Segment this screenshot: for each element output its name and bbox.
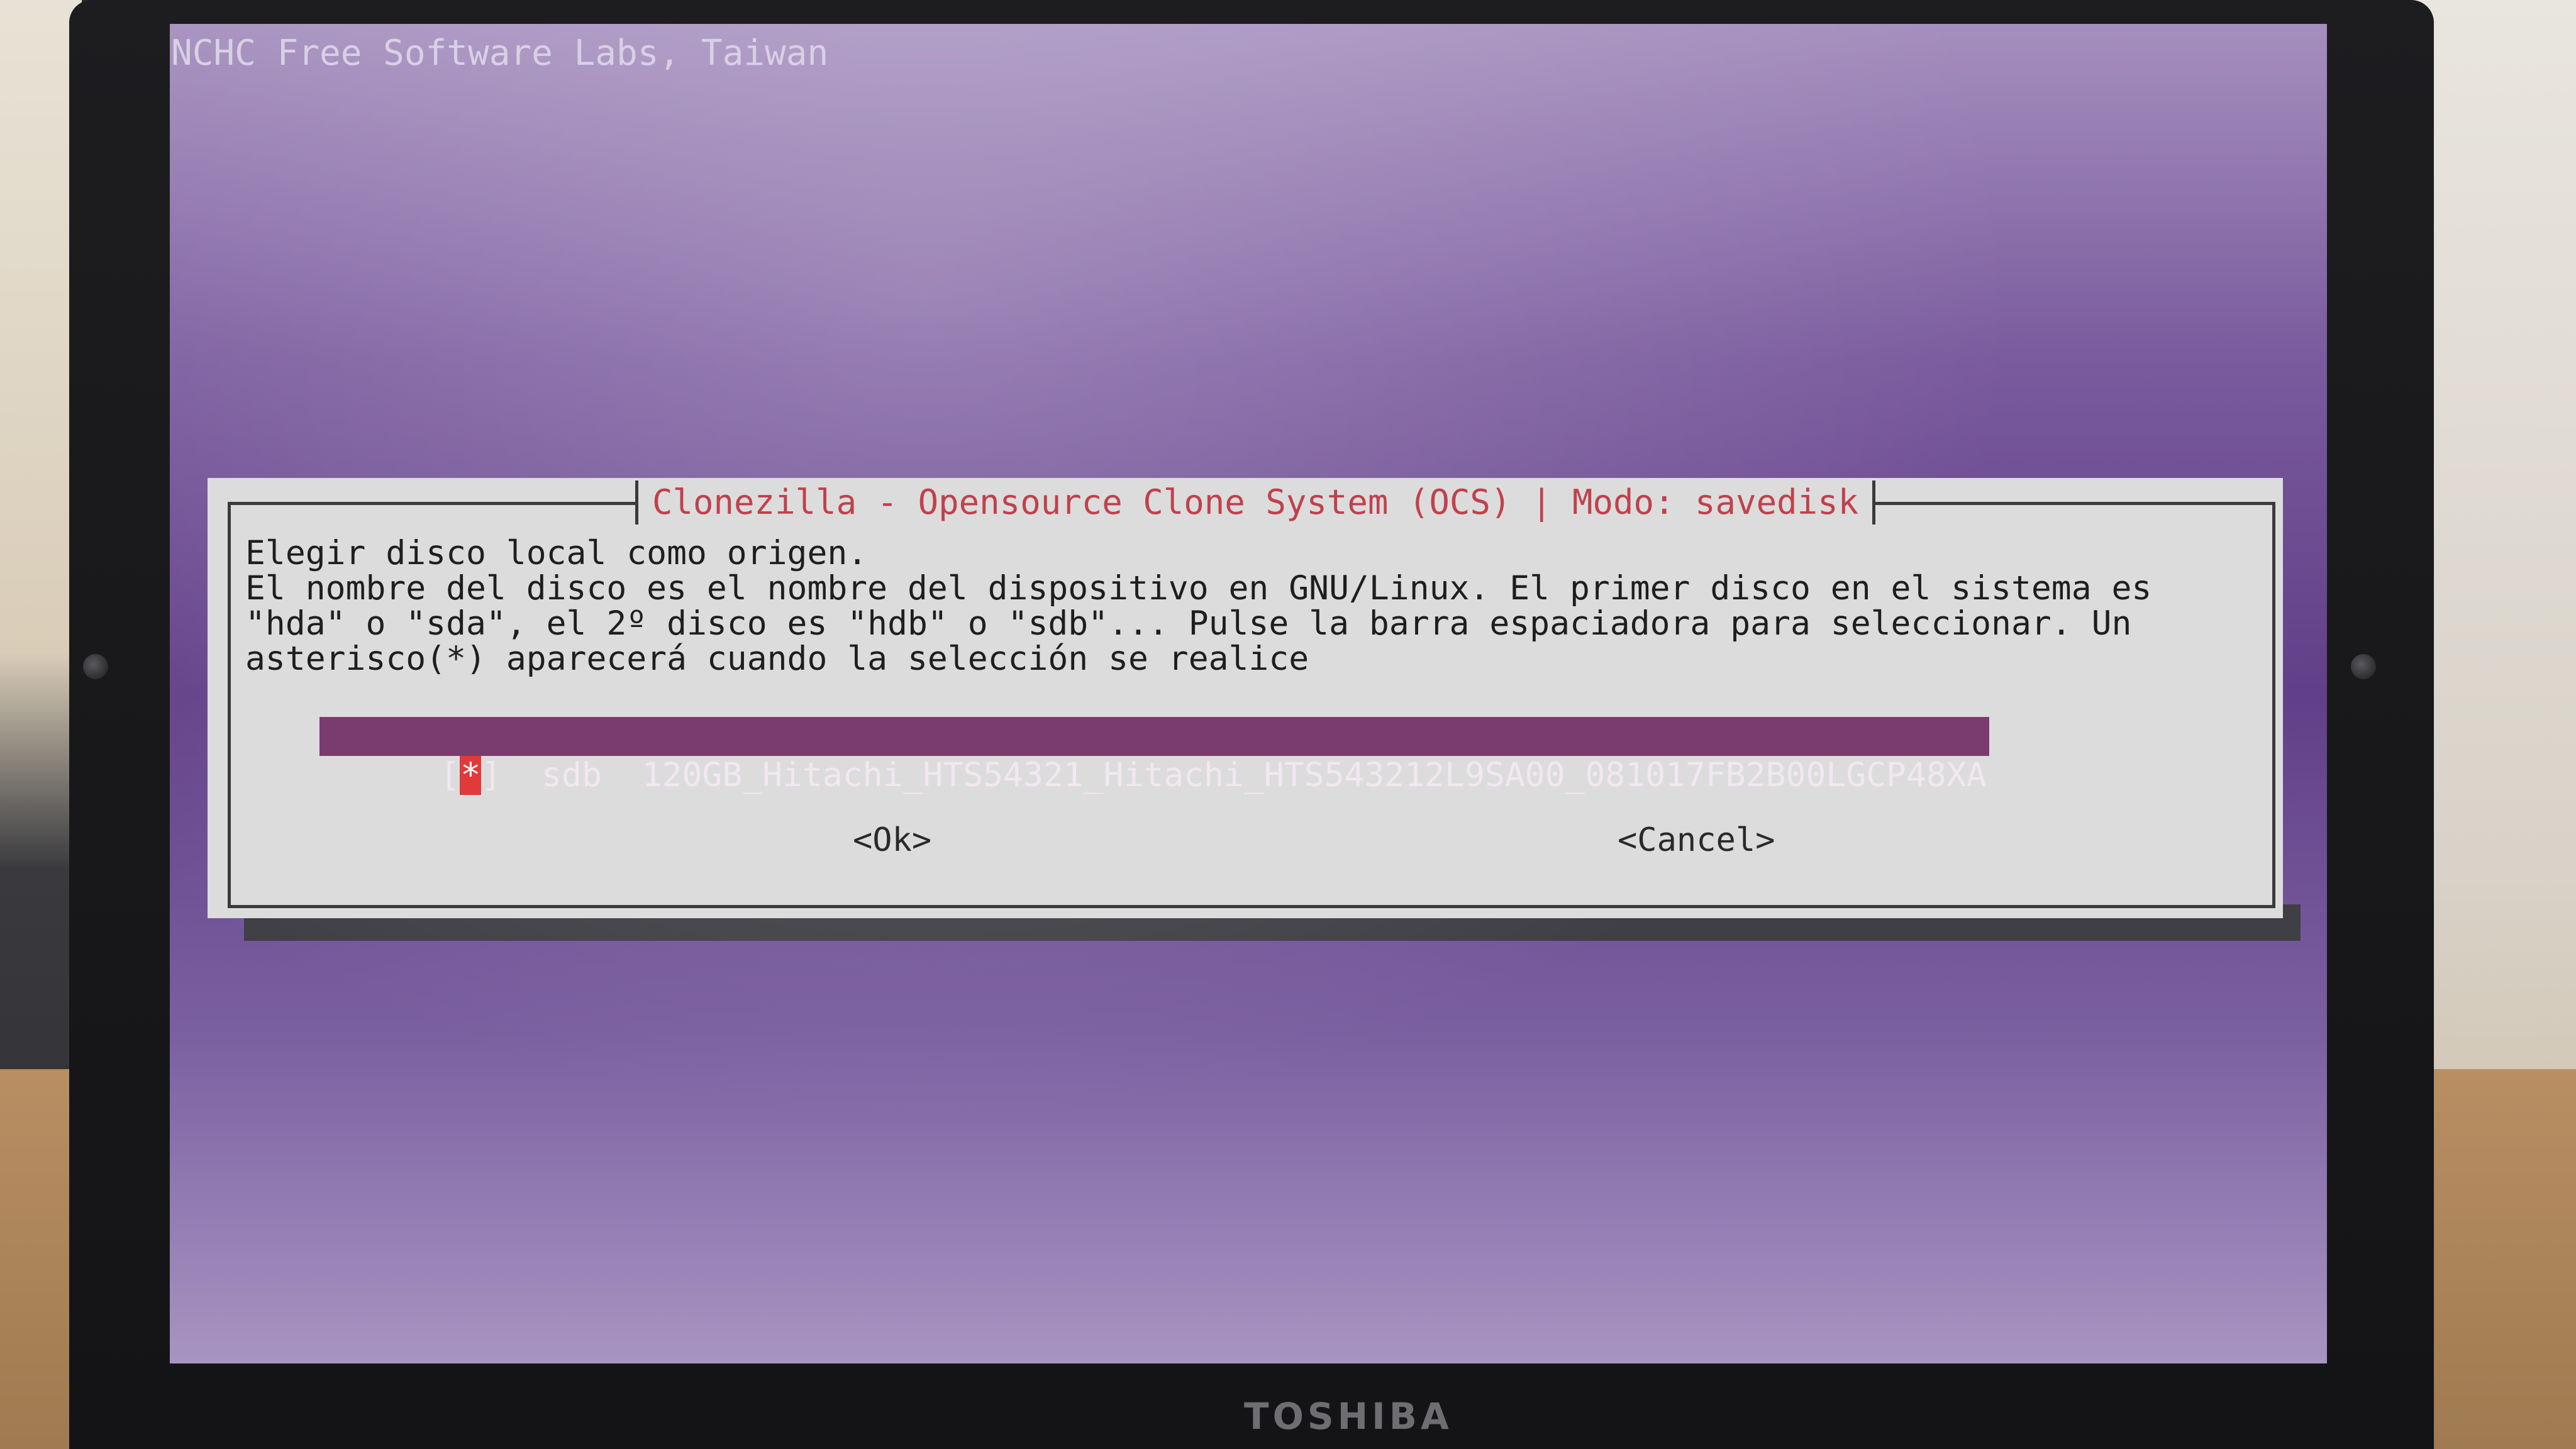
dialog-message: Elegir disco local como origen. El nombr… xyxy=(245,536,2258,677)
checkbox-bracket-open: [ xyxy=(440,756,460,794)
message-line-1: Elegir disco local como origen. xyxy=(245,534,868,572)
disk-device-name: sdb xyxy=(541,756,602,794)
dialog-title: Clonezilla - Opensource Clone System (OC… xyxy=(635,480,1876,525)
bezel-knob-left xyxy=(83,654,108,679)
checkbox-asterisk[interactable]: * xyxy=(460,756,482,795)
bezel-knob-right xyxy=(2351,654,2376,679)
message-line-2: El nombre del disco es el nombre del dis… xyxy=(245,569,2172,678)
banner-text: NCHC Free Software Labs, Taiwan xyxy=(171,33,829,74)
disk-option-sdb[interactable]: [*] sdb 120GB_Hitachi_HTS54321_Hitachi_H… xyxy=(319,717,1989,795)
checkbox-bracket-close: ] xyxy=(481,756,502,794)
cancel-button[interactable]: <Cancel> xyxy=(1618,821,1775,859)
brand-logo: TOSHIBA xyxy=(1244,1395,1453,1438)
lcd-screen: NCHC Free Software Labs, Taiwan Clonezil… xyxy=(170,24,2327,1363)
disk-select-dialog: Clonezilla - Opensource Clone System (OC… xyxy=(208,478,2283,918)
ok-button[interactable]: <Ok> xyxy=(853,821,931,859)
disk-description: 120GB_Hitachi_HTS54321_Hitachi_HTS543212… xyxy=(641,756,1987,794)
